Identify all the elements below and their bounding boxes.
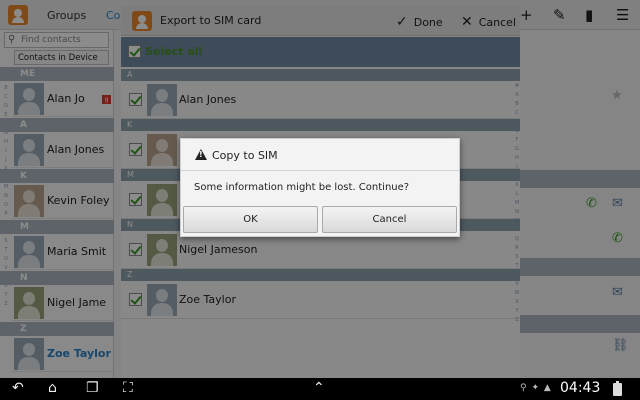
dialog-message: Some information might be lost. Continue… bbox=[194, 182, 410, 193]
battery-icon bbox=[613, 381, 622, 396]
clock: 04:43 bbox=[560, 380, 601, 396]
expand-up-icon[interactable]: ⌃ bbox=[313, 380, 325, 396]
dialog-header: Copy to SIM bbox=[181, 139, 459, 171]
copy-to-sim-dialog: Copy to SIM Some information might be lo… bbox=[180, 138, 460, 237]
ok-button[interactable]: OK bbox=[183, 206, 318, 233]
dialog-title: Copy to SIM bbox=[212, 149, 278, 162]
recent-apps-icon[interactable]: ❐ bbox=[86, 380, 99, 396]
back-icon[interactable]: ↶ bbox=[12, 380, 24, 396]
status-icons: ⚲ ✦ ▲ bbox=[520, 383, 552, 393]
cancel-button[interactable]: Cancel bbox=[322, 206, 457, 233]
home-icon[interactable]: ⌂ bbox=[48, 380, 57, 396]
system-navigation-bar: ↶ ⌂ ❐ ⛶ ⌃ ⚲ ✦ ▲ 04:43 bbox=[0, 378, 640, 400]
screenshot-icon[interactable]: ⛶ bbox=[123, 380, 133, 396]
warning-icon bbox=[195, 149, 207, 160]
